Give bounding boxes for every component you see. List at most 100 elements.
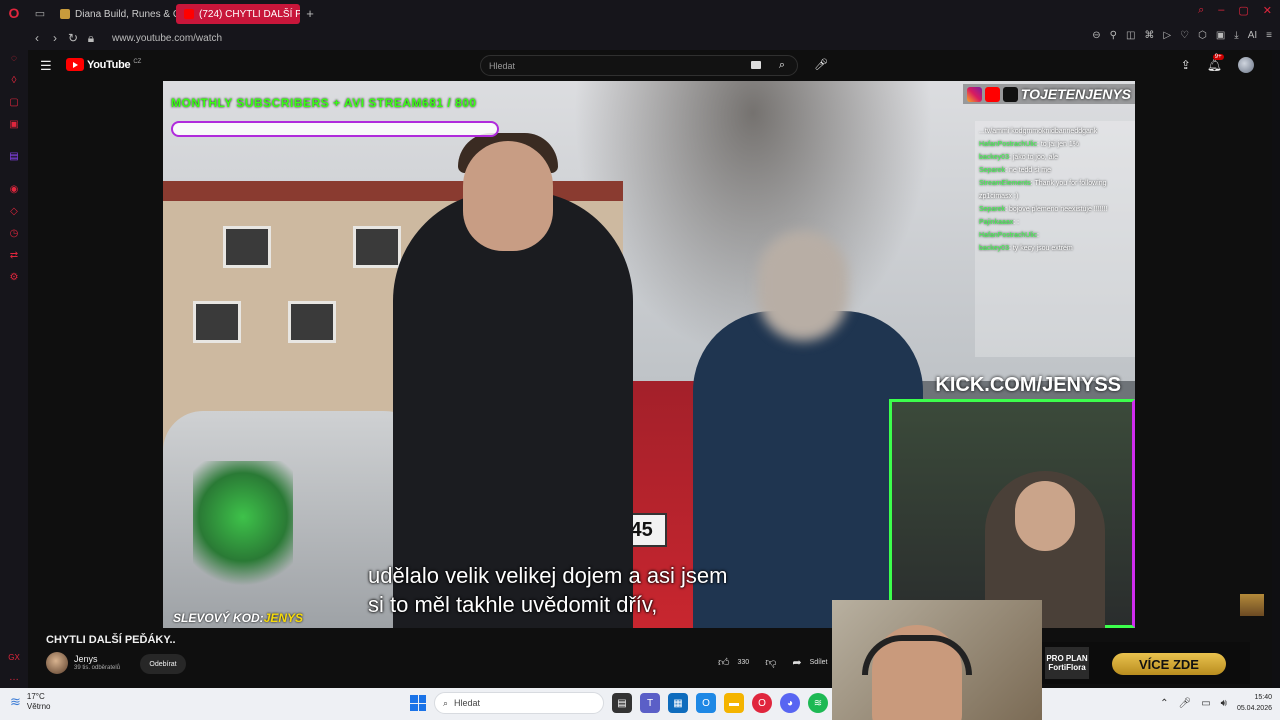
webcam-overlay [832, 600, 1042, 720]
discord-icon[interactable]: ◕ [780, 693, 800, 713]
chat-line: HafanPostrachUlic: [979, 232, 1039, 239]
wind-icon: ≋ [10, 694, 21, 709]
tab-islands-icon[interactable]: ▭ [28, 0, 52, 26]
youtube-play-icon [66, 58, 84, 71]
extensions-icon[interactable]: ⬡ [1198, 30, 1207, 41]
mic-tray-icon[interactable]: 🎤︎ [1178, 698, 1191, 709]
file-explorer-icon[interactable]: ▬ [724, 693, 744, 713]
easy-setup-icon[interactable]: ≡ [1266, 30, 1272, 41]
ad-cta-button[interactable]: VÍCE ZDE [1112, 653, 1226, 675]
building-window [193, 301, 241, 343]
new-tab-button[interactable]: + [300, 6, 320, 21]
flow-icon[interactable]: ⌘ [1144, 30, 1154, 41]
system-tray: ⌃ 🎤︎ ▭ 🔊︎ 15:40 05.04.2026 [1160, 692, 1272, 714]
chat-line: HafanPostrachUlic: to jai jen 1% [979, 141, 1079, 148]
keyboard-icon[interactable] [751, 61, 761, 69]
upload-icon[interactable]: ⇪ [1181, 58, 1191, 72]
microphone-icon[interactable]: 🎤︎ [814, 58, 828, 71]
opera-gx-taskbar-icon[interactable]: O [752, 693, 772, 713]
forward-icon[interactable]: › [46, 26, 64, 50]
bookmarks-icon[interactable]: ◇ [8, 205, 20, 217]
weather-widget[interactable]: ≋ 17°C Větrno [10, 692, 50, 712]
spotify-icon[interactable]: ≋ [808, 693, 828, 713]
reload-icon[interactable]: ↻ [64, 26, 82, 50]
snapshot-icon[interactable]: ◫ [1126, 30, 1135, 41]
youtube-favicon-icon [184, 9, 194, 19]
ai-icon[interactable]: AI [1248, 30, 1257, 41]
channel-name[interactable]: Jenys [74, 654, 98, 664]
building-window [288, 301, 336, 343]
opera-menu-icon[interactable]: O [0, 0, 28, 26]
share-label[interactable]: Sdílet [810, 659, 828, 666]
history-icon[interactable]: ◷ [8, 227, 20, 239]
aria-icon[interactable]: ◌ [8, 52, 20, 64]
share-icon[interactable]: ➦ [792, 656, 801, 669]
dislike-icon[interactable]: 👎︎ [765, 656, 776, 669]
header-actions: ⇪ 🔔︎ 9+ [1181, 54, 1254, 73]
tab-favicon-icon [60, 9, 70, 19]
player-sidebar-icon[interactable]: ◉ [8, 183, 20, 195]
channel-avatar[interactable] [46, 652, 68, 674]
tab-diana-build[interactable]: Diana Build, Runes & Coun [52, 4, 176, 24]
pin-icon[interactable]: ⚲ [1110, 30, 1117, 41]
video-subtitles: udělalo velik velikej dojem a asi jsem s… [368, 561, 788, 619]
gx-icon[interactable]: GX [8, 651, 20, 663]
task-view-icon[interactable]: ▤ [612, 693, 632, 713]
like-count[interactable]: 330 [738, 659, 750, 666]
sponsor-mascot [193, 461, 293, 601]
vk-icon[interactable]: ▣ [8, 118, 20, 130]
blurred-face [758, 231, 848, 341]
menu-icon[interactable]: ☰ [40, 58, 54, 73]
search-input[interactable] [481, 60, 731, 71]
browser-tab-strip: O ▭ Diana Build, Runes & Coun (724) CHYT… [0, 0, 1280, 26]
search-tabs-icon[interactable]: ⌕ [1198, 4, 1204, 17]
messenger-icon[interactable]: ◊ [8, 74, 20, 86]
twitch-icon[interactable]: ▤ [8, 150, 20, 162]
player-icon[interactable]: ▷ [1163, 30, 1171, 41]
flow-sidebar-icon[interactable]: ⇄ [8, 249, 20, 261]
clock[interactable]: 15:40 05.04.2026 [1237, 692, 1272, 714]
tab-label: Diana Build, Runes & Coun [75, 8, 176, 20]
time: 15:40 [1254, 694, 1272, 701]
youtube-logo[interactable]: YouTube CZ [66, 58, 141, 71]
like-icon[interactable]: 👍︎ [718, 656, 730, 669]
ad-banner[interactable]: PRO PLAN FortiFlora VÍCE ZDE [1040, 642, 1250, 684]
instagram-icon[interactable]: ▢ [8, 96, 20, 108]
search-button[interactable]: ⌕ [767, 56, 797, 75]
minimize-icon[interactable]: – [1218, 4, 1224, 17]
subscribe-button[interactable]: Odebírat [140, 654, 186, 674]
download-icon[interactable]: ⤓ [1234, 30, 1238, 41]
tab-youtube-video[interactable]: (724) CHYTLI DALŠÍ PEĎÁ [176, 4, 300, 24]
url-field[interactable]: www.youtube.com/watch [112, 33, 222, 44]
outlook-icon[interactable]: O [696, 693, 716, 713]
settings-icon[interactable]: ⚙ [8, 271, 20, 283]
store-icon[interactable]: ▦ [668, 693, 688, 713]
weather-desc: Větrno [26, 702, 51, 711]
close-icon[interactable]: ✕ [1263, 4, 1272, 17]
zoom-icon[interactable]: ⊖ [1092, 30, 1100, 41]
youtube-logo-icon [984, 86, 1000, 102]
social-handle: TOJETENJENYS [1020, 86, 1131, 102]
taskbar-search-icon: ⌕ [443, 697, 449, 708]
screen: O ▭ Diana Build, Runes & Coun (724) CHYT… [0, 0, 1280, 720]
maximize-icon[interactable]: ▢ [1238, 4, 1248, 17]
back-icon[interactable]: ‹ [28, 26, 46, 50]
video-actions: 👍︎ 330 👎︎ ➦ Sdílet [718, 656, 827, 669]
taskbar-search[interactable]: ⌕ Hledat [434, 692, 604, 714]
webcam-headphones [862, 635, 972, 675]
tray-chevron-icon[interactable]: ⌃ [1160, 698, 1168, 709]
video-player[interactable]: X 7645 MONTHLY SUBSCRIBERS + AVI STREAM6… [163, 81, 1135, 628]
teams-icon[interactable]: T [640, 693, 660, 713]
network-icon[interactable]: ▭ [1201, 698, 1210, 709]
heart-icon[interactable]: ♡ [1180, 30, 1189, 41]
address-bar-actions: ⊖ ⚲ ◫ ⌘ ▷ ♡ ⬡ ▣ ⤓ AI ≡ [1092, 30, 1272, 41]
notifications-icon[interactable]: 🔔︎ 9+ [1207, 54, 1224, 72]
more-icon[interactable]: … [8, 671, 20, 683]
wallet-icon[interactable]: ▣ [1216, 30, 1225, 41]
volume-icon[interactable]: 🔊︎ [1221, 698, 1227, 709]
youtube-wordmark: YouTube [87, 58, 131, 71]
account-avatar[interactable] [1238, 57, 1254, 73]
miniplayer-thumbnail[interactable] [1240, 594, 1264, 616]
subs-progress-bar [171, 121, 499, 137]
windows-start-icon[interactable] [410, 695, 426, 711]
